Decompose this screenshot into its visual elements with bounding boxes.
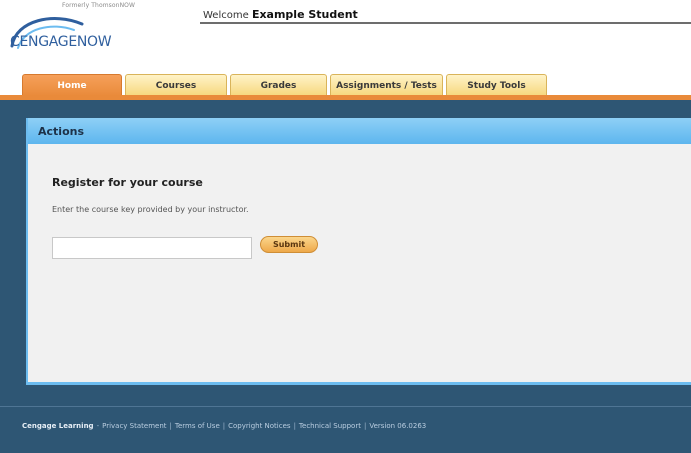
footer-brand[interactable]: Cengage Learning bbox=[22, 422, 94, 430]
main-content: Actions Register for your course Enter t… bbox=[0, 100, 691, 453]
tab-grades-label: Grades bbox=[260, 80, 297, 91]
course-key-input[interactable] bbox=[52, 237, 252, 259]
tab-home[interactable]: Home bbox=[22, 74, 122, 96]
main-tabs: Home Courses Grades Assignments / Tests … bbox=[22, 74, 547, 96]
tab-study-tools-label: Study Tools bbox=[467, 80, 526, 91]
cengagenow-logo[interactable]: CENGAGENOW bbox=[4, 10, 124, 62]
technical-support-link[interactable]: Technical Support bbox=[299, 422, 361, 430]
footer-separator: | bbox=[222, 422, 226, 430]
student-name: Example Student bbox=[251, 8, 358, 21]
tab-courses-label: Courses bbox=[155, 80, 197, 91]
welcome-prefix: Welcome bbox=[203, 10, 249, 21]
privacy-statement-link[interactable]: Privacy Statement bbox=[102, 422, 166, 430]
tab-courses[interactable]: Courses bbox=[125, 74, 227, 96]
footer: Cengage Learning - Privacy Statement | Terms… bbox=[22, 422, 426, 430]
welcome-message: Welcome Example Student bbox=[203, 8, 358, 21]
footer-separator: | bbox=[169, 422, 172, 430]
submit-button[interactable]: Submit bbox=[260, 236, 318, 253]
footer-separator: | bbox=[293, 422, 296, 430]
formerly-note: Formerly ThomsonNOW bbox=[62, 2, 136, 9]
footer-divider bbox=[0, 406, 691, 407]
actions-panel-title: Actions bbox=[38, 124, 84, 138]
terms-of-use-link[interactable]: Terms of Use bbox=[175, 422, 220, 430]
tab-grades[interactable]: Grades bbox=[230, 74, 327, 96]
footer-separator: - bbox=[96, 422, 100, 430]
register-heading: Register for your course bbox=[52, 176, 203, 189]
logo-text: CENGAGENOW bbox=[10, 34, 112, 50]
tab-home-label: Home bbox=[57, 80, 87, 91]
actions-panel: Actions Register for your course Enter t… bbox=[26, 118, 691, 385]
version-label: Version 06.0263 bbox=[369, 422, 427, 430]
header: Formerly ThomsonNOW CENGAGENOW Welcome E… bbox=[0, 0, 691, 100]
tab-study-tools[interactable]: Study Tools bbox=[446, 74, 547, 96]
tab-assignments-tests[interactable]: Assignments / Tests bbox=[330, 74, 443, 96]
actions-panel-header: Actions bbox=[28, 118, 691, 144]
copyright-notices-link[interactable]: Copyright Notices bbox=[228, 422, 290, 430]
tab-assignments-tests-label: Assignments / Tests bbox=[336, 80, 437, 91]
welcome-divider bbox=[200, 22, 691, 24]
register-instructions: Enter the course key provided by your in… bbox=[52, 205, 249, 214]
